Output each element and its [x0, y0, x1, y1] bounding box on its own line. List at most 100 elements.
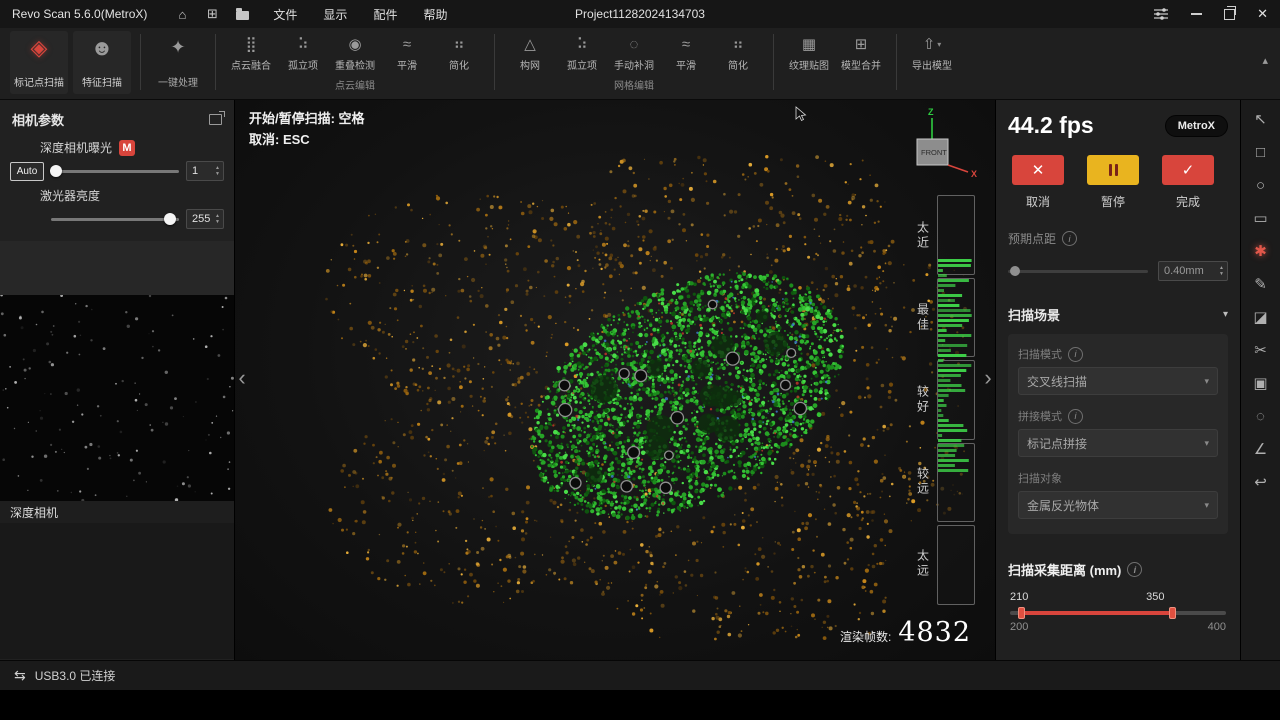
measure-tool[interactable]: ∠	[1249, 442, 1273, 458]
3d-viewport[interactable]: 开始/暂停扫描: 空格 取消: ESC Z FRONT X ‹ › 太近 最佳 …	[235, 100, 995, 660]
pointcloud-edit-group: ⣿ 点云融合 ⠵ 孤立项 ◉ 重叠检测 ≈ 平滑 ⠶ 简化 点云编辑	[225, 31, 485, 94]
duplicate-tool[interactable]: ▣	[1249, 376, 1273, 392]
settings-sliders-icon[interactable]	[1153, 7, 1169, 21]
toolbar-divider	[773, 34, 774, 90]
comment-tool[interactable]: ▭	[1249, 211, 1273, 227]
range-handle-high[interactable]	[1169, 607, 1176, 619]
new-project-icon[interactable]: ⊞	[203, 6, 221, 22]
marker-scan-button[interactable]: ◈ 标记点扫描	[10, 31, 68, 94]
laser-slider-handle[interactable]	[164, 213, 176, 225]
pause-scan-button[interactable]	[1087, 155, 1139, 185]
cancel-scan-button[interactable]: ✕	[1012, 155, 1064, 185]
popout-window-icon[interactable]	[209, 114, 222, 125]
laser-value-stepper[interactable]: 255 ▲▼	[186, 209, 224, 229]
close-button[interactable]: ✕	[1257, 6, 1268, 22]
fill-holes-icon: ◌	[630, 31, 639, 55]
plane-cut-tool[interactable]: ◪	[1249, 310, 1273, 326]
mesh-smooth-button[interactable]: ≈ 平滑	[660, 31, 712, 72]
toolbar-divider	[494, 34, 495, 90]
point-distance-slider[interactable]	[1008, 270, 1148, 273]
toolbar-collapse-chevron[interactable]: ▴	[1262, 54, 1268, 67]
texture-map-button[interactable]: ▦ 纹理贴图	[783, 31, 835, 72]
range-max-label: 400	[1208, 621, 1226, 633]
isolated-points-button[interactable]: ⠵ 孤立项	[277, 31, 329, 72]
svg-text:Z: Z	[928, 107, 934, 117]
menu-accessories[interactable]: 配件	[373, 6, 397, 23]
restore-button[interactable]	[1224, 9, 1235, 20]
scan-scene-section[interactable]: 扫描场景 ▾	[1008, 305, 1228, 324]
exposure-slider[interactable]	[51, 170, 179, 173]
step-down-icon[interactable]: ▼	[215, 220, 220, 225]
usb-icon: ⇆	[14, 667, 26, 684]
one-click-process-button[interactable]: ✦ 一键处理	[150, 31, 206, 94]
stitch-mode-select[interactable]: 标记点拼接 ▾	[1018, 429, 1218, 457]
export-model-button[interactable]: ⇧▾ 导出模型	[906, 31, 958, 72]
menu-help[interactable]: 帮助	[423, 6, 447, 23]
step-up-icon[interactable]: ▲	[215, 166, 220, 171]
range-handle-low[interactable]	[1018, 607, 1025, 619]
window-controls: ✕	[1153, 6, 1268, 22]
chevron-down-icon: ▾	[1204, 500, 1209, 511]
exposure-slider-handle[interactable]	[50, 165, 62, 177]
minimize-button[interactable]	[1191, 13, 1202, 15]
info-icon[interactable]: i	[1127, 562, 1142, 577]
gauge-label-too-close: 太近	[911, 195, 935, 277]
manual-mode-badge[interactable]: M	[119, 140, 135, 156]
step-down-icon[interactable]: ▼	[1219, 272, 1224, 277]
info-icon[interactable]: i	[1068, 409, 1083, 424]
cursor-tool[interactable]: ↖	[1249, 112, 1273, 128]
rect-select-tool[interactable]: □	[1249, 145, 1273, 161]
fill-holes-button[interactable]: ◌ 手动补洞	[608, 31, 660, 72]
smooth-icon: ≈	[403, 31, 411, 55]
undo-tool[interactable]: ↩	[1249, 475, 1273, 491]
step-down-icon[interactable]: ▼	[215, 172, 220, 177]
toolbar-divider	[896, 34, 897, 90]
range-min-label: 200	[1010, 621, 1028, 633]
home-icon[interactable]: ⌂	[173, 7, 191, 22]
model-merge-icon: ⊞	[855, 31, 868, 55]
exposure-value-stepper[interactable]: 1 ▲▼	[186, 161, 224, 181]
scan-mode-select[interactable]: 交叉线扫描 ▾	[1018, 367, 1218, 395]
point-distance-label: 预期点距	[1008, 230, 1056, 247]
scan-settings-panel: 44.2 fps MetroX ✕ 取消 暂停 ✓ 完成 预期点距 i 0.40…	[995, 100, 1240, 660]
simplify-button[interactable]: ⠶ 简化	[433, 31, 485, 72]
pause-icon	[1109, 164, 1118, 176]
camera-panel-title: 相机参数	[12, 110, 64, 129]
info-icon[interactable]: i	[1068, 347, 1083, 362]
mesh-build-button[interactable]: △ 构网	[504, 31, 556, 72]
menu-display[interactable]: 显示	[323, 6, 347, 23]
point-distance-handle[interactable]	[1010, 266, 1020, 276]
mesh-simplify-button[interactable]: ⠶ 简化	[712, 31, 764, 72]
range-slider-track[interactable]	[1010, 611, 1226, 615]
mesh-isolated-button[interactable]: ⠵ 孤立项	[556, 31, 608, 72]
render-frames-counter: 渲染帧数: 4832	[840, 617, 971, 648]
laser-brightness-slider[interactable]	[51, 218, 179, 221]
scan-object-select[interactable]: 金属反光物体 ▾	[1018, 491, 1218, 519]
export-group: ⇧▾ 导出模型	[906, 31, 958, 94]
step-up-icon[interactable]: ▲	[1219, 266, 1224, 271]
complete-scan-button[interactable]: ✓	[1162, 155, 1214, 185]
chevron-down-icon: ▾	[1204, 438, 1209, 449]
step-up-icon[interactable]: ▲	[215, 214, 220, 219]
feature-scan-button[interactable]: ☻ 特征扫描	[73, 31, 131, 94]
smooth-button[interactable]: ≈ 平滑	[381, 31, 433, 72]
device-badge[interactable]: MetroX	[1165, 115, 1228, 137]
model-merge-button[interactable]: ⊞ 模型合并	[835, 31, 887, 72]
overlap-detect-button[interactable]: ◉ 重叠检测	[329, 31, 381, 72]
orientation-gizmo[interactable]: Z FRONT X	[890, 104, 982, 180]
open-folder-icon[interactable]	[233, 7, 251, 22]
pointcloud-fusion-button[interactable]: ⣿ 点云融合	[225, 31, 277, 72]
brush-tool[interactable]: ✎	[1249, 277, 1273, 293]
auto-exposure-button[interactable]: Auto	[10, 162, 44, 181]
collapse-right-panel-chevron[interactable]: ›	[981, 358, 995, 398]
collapse-left-panel-chevron[interactable]: ‹	[235, 358, 249, 398]
lasso-select-tool[interactable]: ○	[1249, 178, 1273, 194]
fill-hole-tool[interactable]: ◌	[1249, 409, 1273, 425]
distance-gauge-labels: 太近 最佳 较好 较远 太远	[911, 195, 935, 605]
info-icon[interactable]: i	[1062, 231, 1077, 246]
point-distance-stepper[interactable]: 0.40mm ▲▼	[1158, 261, 1228, 281]
pointcloud-edit-tool[interactable]: ✱	[1249, 244, 1273, 260]
depth-camera-preview[interactable]	[0, 295, 234, 501]
scissors-tool[interactable]: ✂	[1249, 343, 1273, 359]
menu-file[interactable]: 文件	[273, 6, 297, 23]
